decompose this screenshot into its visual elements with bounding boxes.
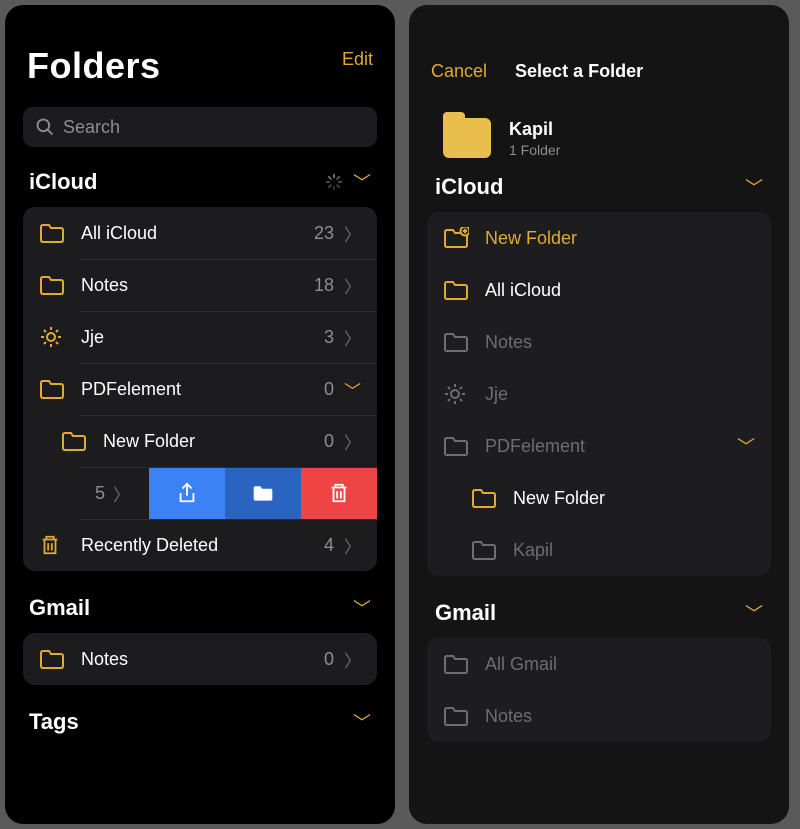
chevron-down-icon: ﹀: [737, 433, 755, 459]
folder-row-all-icloud[interactable]: All iCloud 23 〉: [23, 207, 377, 259]
icloud-destination-list: New Folder All iCloud Notes Jje PDFeleme…: [427, 212, 771, 576]
chevron-right-icon: 〉: [344, 325, 361, 350]
selected-folder-summary: Kapil 1 Folder: [409, 104, 789, 174]
edit-button[interactable]: Edit: [342, 49, 373, 70]
folder-row-swiped[interactable]: 5 〉: [23, 467, 377, 519]
folder-icon: [471, 487, 501, 509]
folder-icon: [39, 378, 69, 400]
dest-notes: Notes: [427, 316, 771, 368]
folder-icon: [471, 539, 501, 561]
folder-icon: [39, 222, 69, 244]
dest-all-gmail: All Gmail: [427, 638, 771, 690]
search-icon: [35, 117, 55, 137]
dest-new-folder[interactable]: New Folder: [427, 472, 771, 524]
share-button[interactable]: [149, 467, 225, 519]
folder-row-notes[interactable]: Notes 18 〉: [23, 259, 377, 311]
folder-row-pdfelement[interactable]: PDFelement 0 ﹀: [23, 363, 377, 415]
chevron-right-icon: 〉: [344, 273, 361, 298]
subject-subtitle: 1 Folder: [509, 142, 560, 158]
chevron-right-icon: 〉: [344, 533, 361, 558]
chevron-down-icon: ﹀: [745, 600, 763, 626]
chevron-right-icon: 〉: [344, 429, 361, 454]
folder-icon: [443, 118, 491, 158]
section-header-tags[interactable]: Tags ﹀: [5, 709, 395, 747]
chevron-right-icon: 〉: [113, 481, 130, 506]
folder-icon: [443, 653, 473, 675]
sync-spinner-icon: [325, 173, 343, 191]
dest-all-icloud[interactable]: All iCloud: [427, 264, 771, 316]
chevron-down-icon: ﹀: [353, 169, 371, 195]
folders-pane: Edit Folders Search iCloud ﹀ All iCloud …: [5, 5, 395, 824]
chevron-down-icon: ﹀: [745, 174, 763, 200]
folder-row-jje[interactable]: Jje 3 〉: [23, 311, 377, 363]
delete-button[interactable]: [301, 467, 377, 519]
chevron-right-icon: 〉: [344, 647, 361, 672]
search-placeholder: Search: [63, 117, 120, 138]
folder-row-gmail-notes[interactable]: Notes 0 〉: [23, 633, 377, 685]
chevron-down-icon: ﹀: [344, 377, 361, 402]
folder-icon: [443, 435, 473, 457]
subject-name: Kapil: [509, 119, 560, 140]
search-input[interactable]: Search: [23, 107, 377, 147]
page-title: Folders: [27, 45, 375, 87]
move-button[interactable]: [225, 467, 301, 519]
select-folder-pane: Cancel Select a Folder Kapil 1 Folder iC…: [409, 5, 789, 824]
trash-icon: [39, 533, 69, 557]
folder-icon: [61, 430, 91, 452]
dest-gmail-notes: Notes: [427, 690, 771, 742]
dest-kapil: Kapil: [427, 524, 771, 576]
folder-row-recently-deleted[interactable]: Recently Deleted 4 〉: [23, 519, 377, 571]
section-header-gmail[interactable]: Gmail ﹀: [409, 600, 789, 638]
icloud-folder-list: All iCloud 23 〉 Notes 18 〉 Jje 3 〉 PDFel…: [23, 207, 377, 571]
swipe-actions: [149, 467, 377, 519]
folder-icon: [443, 279, 473, 301]
gear-icon: [39, 325, 69, 349]
folder-icon: [443, 705, 473, 727]
cancel-button[interactable]: Cancel: [431, 61, 487, 82]
gmail-destination-list: All Gmail Notes: [427, 638, 771, 742]
folder-plus-icon: [443, 227, 473, 249]
section-header-icloud[interactable]: iCloud ﹀: [5, 169, 395, 207]
dest-jje: Jje: [427, 368, 771, 420]
new-folder-button[interactable]: New Folder: [427, 212, 771, 264]
dest-pdfelement[interactable]: PDFelement ﹀: [427, 420, 771, 472]
section-header-gmail[interactable]: Gmail ﹀: [5, 595, 395, 633]
section-header-icloud[interactable]: iCloud ﹀: [409, 174, 789, 212]
folder-icon: [39, 274, 69, 296]
chevron-down-icon: ﹀: [353, 595, 371, 621]
chevron-down-icon: ﹀: [353, 709, 371, 735]
gmail-folder-list: Notes 0 〉: [23, 633, 377, 685]
modal-title: Select a Folder: [515, 61, 643, 82]
folder-icon: [443, 331, 473, 353]
chevron-right-icon: 〉: [344, 221, 361, 246]
folder-icon: [39, 648, 69, 670]
folder-row-new-folder[interactable]: New Folder 0 〉: [23, 415, 377, 467]
gear-icon: [443, 382, 473, 406]
